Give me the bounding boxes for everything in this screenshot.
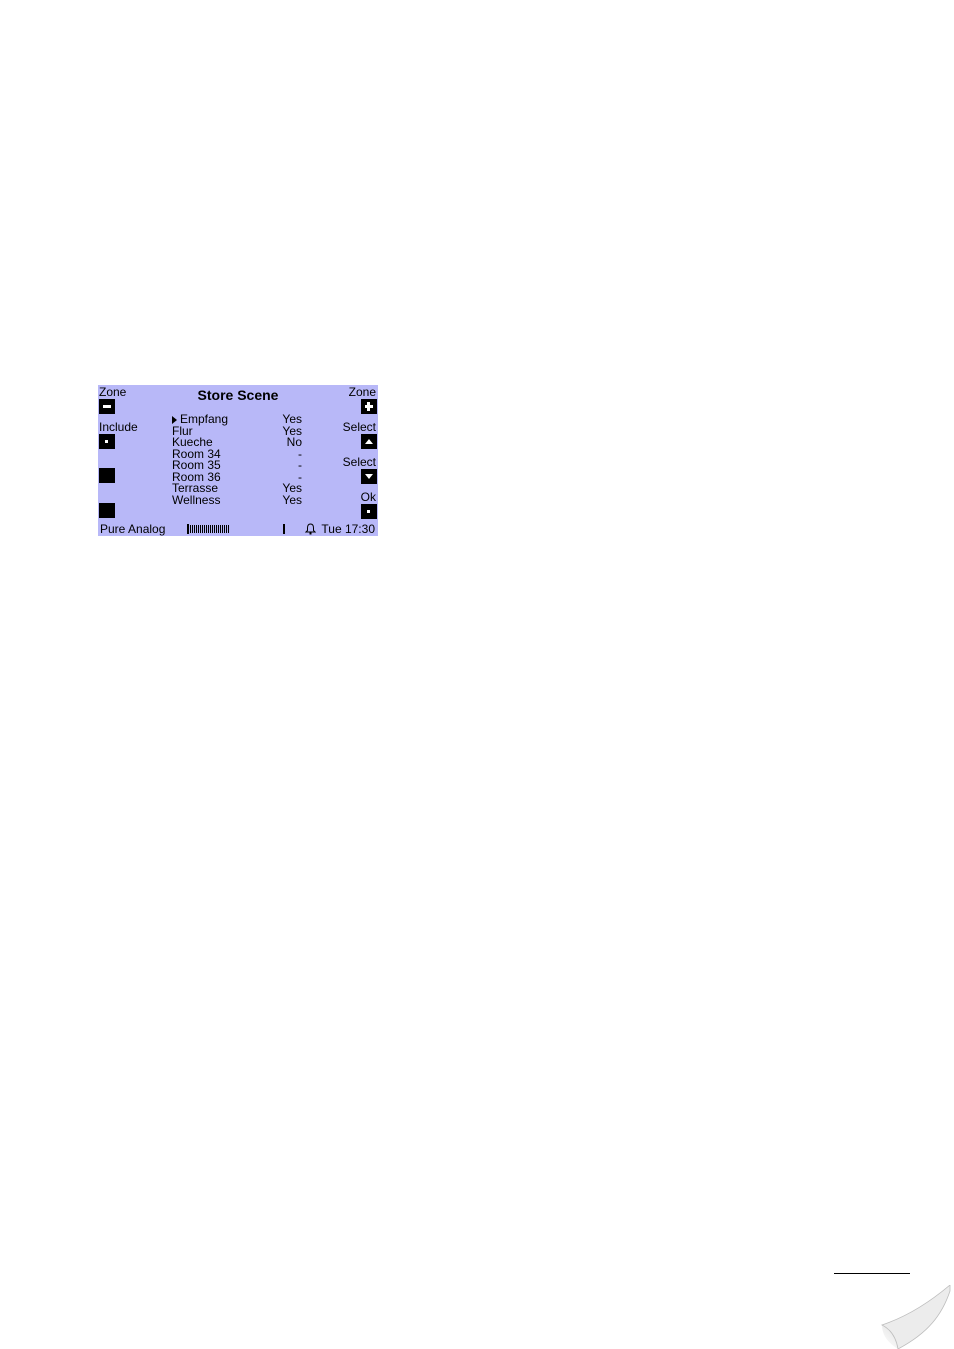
source-label: Pure Analog	[100, 522, 166, 536]
level-marker	[283, 524, 285, 534]
blank-left-button-2[interactable]	[99, 503, 115, 518]
triangle-up-icon	[365, 439, 373, 444]
plus-icon	[365, 402, 373, 411]
dot-icon	[105, 440, 108, 443]
zone-name: Wellness	[172, 492, 221, 507]
select-down-label: Select	[342, 455, 376, 469]
triangle-down-icon	[365, 474, 373, 479]
page-curl-icon	[880, 1285, 951, 1349]
status-bar: Pure Analog Tue 17:30	[98, 521, 378, 536]
volume-bar	[187, 524, 229, 534]
select-up-label: Select	[342, 420, 376, 434]
include-button[interactable]	[99, 434, 115, 449]
triangle-right-icon	[172, 416, 177, 424]
lcd-display: Zone Include Store Scene Zone Select Sel…	[98, 385, 378, 536]
ok-label: Ok	[360, 490, 376, 504]
include-label: Include	[99, 420, 138, 434]
select-down-button[interactable]	[361, 469, 377, 484]
clock: Tue 17:30	[321, 522, 375, 536]
page-title: Store Scene	[197, 387, 279, 403]
select-up-button[interactable]	[361, 434, 377, 449]
zone-row[interactable]: Wellness Yes	[172, 492, 302, 507]
ok-button[interactable]	[361, 504, 377, 519]
dot-icon	[367, 510, 370, 513]
bell-icon	[305, 523, 316, 535]
blank-left-button-1[interactable]	[99, 468, 115, 483]
page-footer-rule	[834, 1273, 910, 1274]
zone-value: Yes	[282, 492, 302, 507]
zone-next-button[interactable]	[361, 399, 377, 414]
zone-right-label: Zone	[348, 385, 376, 399]
